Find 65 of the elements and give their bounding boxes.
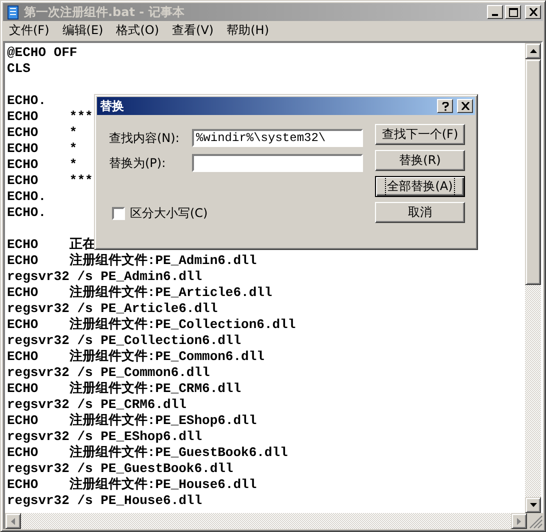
maximize-icon: [508, 8, 518, 16]
code-line: regsvr32 /s PE_Admin6.dll: [7, 269, 202, 284]
menu-item[interactable]: 帮助(H): [220, 22, 276, 39]
code-line: regsvr32 /s PE_Article6.dll: [7, 301, 218, 316]
minimize-button[interactable]: [487, 5, 503, 19]
field-label: 替换为(P):: [109, 154, 167, 172]
code-line: ECHO 注册组件文件:PE_Common6.dll: [7, 349, 264, 365]
input-field[interactable]: %windir%\system32\: [192, 129, 363, 147]
horizontal-scrollbar[interactable]: [5, 513, 527, 529]
code-line: ECHO *: [7, 141, 78, 157]
close-icon: [460, 102, 470, 110]
dialog-button[interactable]: 全部替换(A): [375, 176, 465, 197]
code-line: ECHO ***: [7, 109, 93, 125]
scroll-down-button[interactable]: [525, 497, 541, 513]
maximize-button[interactable]: [505, 5, 521, 19]
code-line: ECHO 注册组件文件:PE_EShop6.dll: [7, 413, 257, 429]
close-button[interactable]: [525, 5, 541, 19]
code-line: regsvr32 /s PE_CRM6.dll: [7, 397, 186, 412]
code-line: regsvr32 /s PE_GuestBook6.dll: [7, 461, 234, 476]
code-line: ECHO 注册组件文件:PE_Article6.dll: [7, 285, 272, 301]
code-line: ECHO.: [7, 205, 46, 221]
down-arrow-icon: [530, 503, 536, 507]
code-line: ECHO ***: [7, 173, 93, 189]
menu-item[interactable]: 查看(V): [166, 22, 221, 39]
code-line: regsvr32 /s PE_EShop6.dll: [7, 429, 202, 444]
code-line: @ECHO OFF: [7, 45, 78, 61]
close-button[interactable]: [457, 99, 473, 113]
dialog-button[interactable]: 替换(R): [375, 150, 465, 171]
code-line: ECHO *: [7, 157, 78, 173]
field-label: 查找内容(N):: [109, 130, 180, 146]
code-line: regsvr32 /s PE_House6.dll: [7, 493, 202, 509]
code-line: CLS: [7, 61, 30, 77]
scroll-left-button[interactable]: [5, 513, 21, 529]
resize-grip-icon[interactable]: [527, 513, 543, 529]
right-arrow-icon: [517, 518, 521, 524]
code-line: regsvr32 /s PE_Collection6.dll: [7, 333, 242, 348]
scroll-up-button[interactable]: [525, 43, 541, 59]
vertical-scrollbar[interactable]: [525, 43, 541, 513]
left-arrow-icon: [11, 518, 15, 524]
menu-item[interactable]: 格式(O): [110, 22, 166, 39]
help-button[interactable]: [437, 99, 453, 113]
code-line: ECHO.: [7, 93, 46, 109]
question-mark-icon: [442, 102, 448, 110]
notepad-icon: [5, 4, 21, 20]
scroll-thumb[interactable]: [525, 59, 541, 285]
close-icon: [528, 8, 538, 16]
code-line: regsvr32 /s PE_Common6.dll: [7, 365, 210, 380]
checkbox-label: 区分大小写(C): [130, 205, 208, 222]
up-arrow-icon: [530, 49, 536, 53]
code-line: ECHO 注册组件文件:PE_Collection6.dll: [7, 317, 296, 333]
checkbox[interactable]: [112, 207, 125, 220]
code-line: ECHO.: [7, 189, 46, 205]
dialog-title: 替换: [100, 98, 124, 114]
window-title: 第一次注册组件.bat - 记事本: [24, 4, 186, 20]
code-line: ECHO 注册组件文件:PE_Admin6.dll: [7, 253, 257, 269]
dialog-button[interactable]: 查找下一个(F): [375, 124, 465, 145]
code-line: ECHO *: [7, 125, 78, 141]
menu-item[interactable]: 编辑(E): [56, 22, 110, 39]
code-line: ECHO 注册组件文件:PE_CRM6.dll: [7, 381, 242, 397]
input-field[interactable]: [192, 154, 363, 172]
menu-item[interactable]: 文件(F): [3, 22, 56, 39]
code-line: ECHO 注册组件文件:PE_House6.dll: [7, 477, 257, 493]
scroll-right-button[interactable]: [511, 513, 527, 529]
dialog-button[interactable]: 取消: [375, 202, 465, 223]
code-line: ECHO 注册组件文件:PE_GuestBook6.dll: [7, 445, 288, 461]
